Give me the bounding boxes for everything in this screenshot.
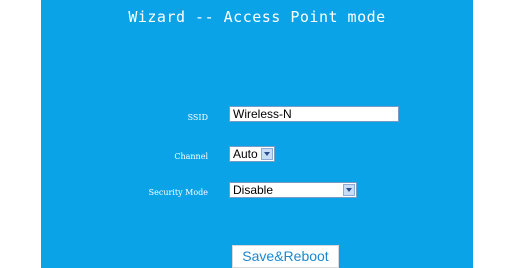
ssid-label: SSID xyxy=(187,113,208,122)
page-title: Wizard -- Access Point mode xyxy=(128,8,386,26)
security-mode-select[interactable]: Disable xyxy=(229,182,357,198)
save-reboot-button[interactable]: Save&Reboot xyxy=(232,245,339,268)
channel-select[interactable]: Auto xyxy=(229,146,275,162)
ssid-input[interactable]: Wireless-N xyxy=(229,106,399,122)
security-mode-selected-value: Disable xyxy=(233,183,274,197)
wizard-panel: Wizard -- Access Point mode SSID Wireles… xyxy=(41,0,473,268)
chevron-down-icon[interactable] xyxy=(343,184,355,196)
channel-label: Channel xyxy=(174,152,208,161)
chevron-down-icon[interactable] xyxy=(261,148,273,160)
security-mode-label: Security Mode xyxy=(148,188,208,197)
channel-selected-value: Auto xyxy=(233,147,258,161)
